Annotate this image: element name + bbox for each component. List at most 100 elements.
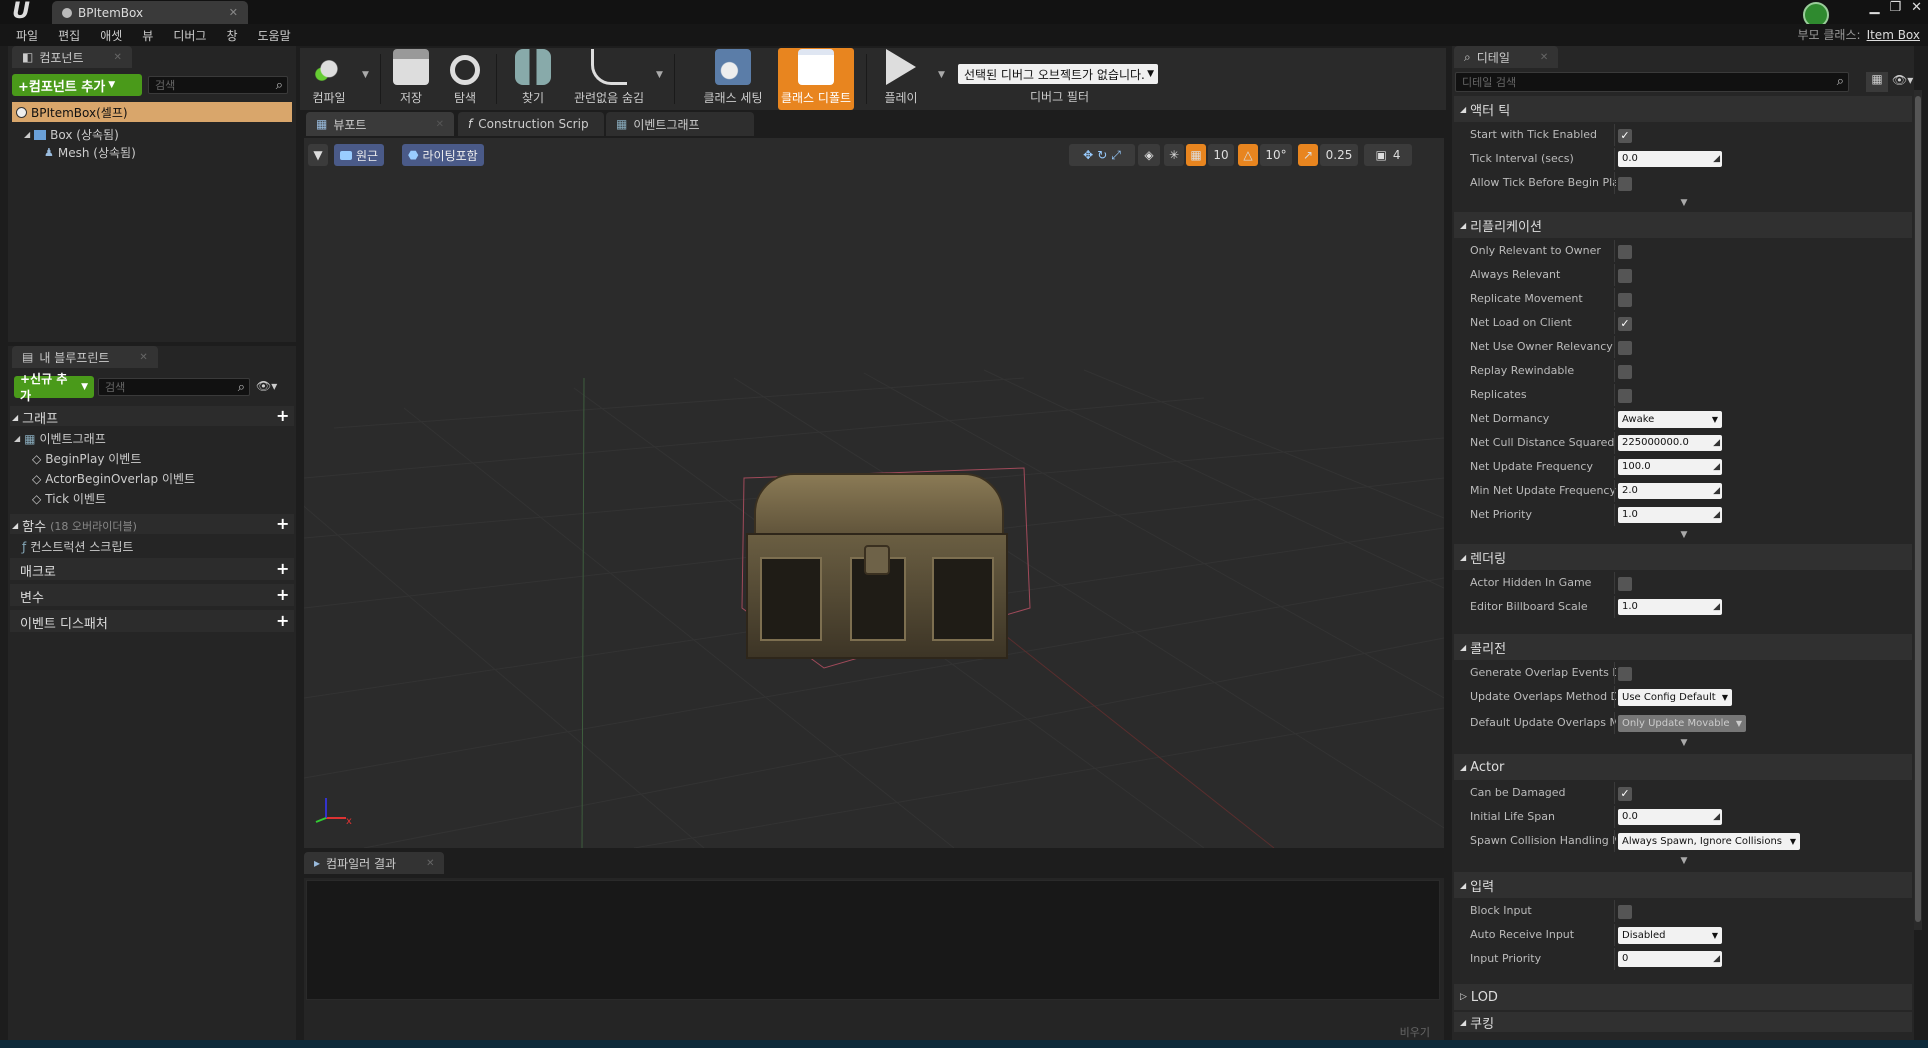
spin-icon[interactable]: ◢ bbox=[1713, 951, 1720, 967]
hide-unrelated-options-icon[interactable]: ▼ bbox=[656, 70, 663, 80]
always-relevant-checkbox[interactable] bbox=[1618, 269, 1632, 283]
component-item[interactable]: ♟ Mesh (상속됨) bbox=[44, 144, 136, 161]
scale-snap-value[interactable]: 0.25 bbox=[1320, 144, 1358, 166]
document-tab[interactable]: BPItemBox ✕ bbox=[52, 1, 248, 24]
play-button[interactable]: 플레이 bbox=[876, 48, 926, 110]
my-blueprint-search-input[interactable]: 검색 ⌕ bbox=[98, 378, 250, 396]
advanced-expand-icon[interactable]: ▼ bbox=[1674, 738, 1694, 748]
view-options-icon[interactable]: 👁▾ bbox=[256, 379, 277, 393]
spin-icon[interactable]: ◢ bbox=[1713, 507, 1720, 523]
spin-icon[interactable]: ◢ bbox=[1713, 809, 1720, 825]
event-graph-item[interactable]: ◢ ▦ 이벤트그래프 bbox=[14, 430, 106, 447]
component-item[interactable]: ◢ Box (상속됨) bbox=[24, 126, 119, 143]
spawn-collision-dropdown[interactable]: Always Spawn, Ignore Collisions ▼ bbox=[1618, 833, 1800, 850]
rotation-snap-value[interactable]: 10° bbox=[1260, 144, 1292, 166]
spin-icon[interactable]: ◢ bbox=[1713, 459, 1720, 475]
close-tab-icon[interactable]: ✕ bbox=[114, 52, 122, 63]
maximize-icon[interactable]: ❐ bbox=[1889, 0, 1901, 15]
compile-options-icon[interactable]: ▼ bbox=[362, 70, 369, 80]
rotation-snap-icon[interactable]: △ bbox=[1238, 144, 1258, 166]
advanced-expand-icon[interactable]: ▼ bbox=[1674, 856, 1694, 866]
only-relevant-owner-checkbox[interactable] bbox=[1618, 245, 1632, 259]
category-rendering[interactable]: ◢ 렌더링 bbox=[1454, 544, 1912, 570]
property-matrix-icon[interactable]: ▦ bbox=[1866, 72, 1888, 92]
variables-section[interactable] bbox=[10, 584, 294, 606]
spin-icon[interactable]: ◢ bbox=[1713, 435, 1720, 451]
event-item[interactable]: ◇ BeginPlay 이벤트 bbox=[32, 450, 141, 467]
close-tab-icon[interactable]: ✕ bbox=[229, 6, 238, 19]
compiler-results-tab[interactable]: ▸ 컴파일러 결과 ✕ bbox=[304, 852, 445, 874]
menu-window[interactable]: 창 bbox=[226, 27, 237, 44]
treasure-chest-mesh[interactable] bbox=[746, 473, 1008, 663]
can-be-damaged-checkbox[interactable]: ✓ bbox=[1618, 787, 1632, 801]
event-item[interactable]: ◇ Tick 이벤트 bbox=[32, 490, 106, 507]
details-tab[interactable]: ⌕ 디테일 ✕ bbox=[1454, 46, 1559, 68]
add-macro-icon[interactable]: + bbox=[276, 559, 289, 578]
lighting-mode-button[interactable]: ⬣ 라이팅포함 bbox=[402, 144, 484, 166]
net-cull-distance-input[interactable]: 225000000.0 ◢ bbox=[1618, 435, 1722, 451]
browse-button[interactable]: 탐색 bbox=[442, 48, 488, 110]
allow-tick-before-play-checkbox[interactable] bbox=[1618, 177, 1632, 191]
scale-icon[interactable]: ⤢ bbox=[1111, 148, 1121, 163]
tab-viewport[interactable]: ▦ 뷰포트 ✕ bbox=[306, 112, 454, 136]
category-actor-tick[interactable]: ◢ 액터 틱 bbox=[1454, 96, 1912, 122]
category-actor[interactable]: ◢ Actor bbox=[1454, 754, 1912, 780]
move-icon[interactable]: ✥ bbox=[1083, 148, 1093, 162]
spin-icon[interactable]: ◢ bbox=[1713, 483, 1720, 499]
debug-object-dropdown[interactable]: 선택된 디버그 오브젝트가 없습니다. ▼ bbox=[958, 64, 1158, 84]
camera-speed-button[interactable]: ▣ 4 bbox=[1364, 144, 1412, 166]
close-tab-icon[interactable]: ✕ bbox=[436, 119, 444, 130]
advanced-expand-icon[interactable]: ▼ bbox=[1674, 530, 1694, 540]
net-priority-input[interactable]: 1.0 ◢ bbox=[1618, 507, 1722, 523]
close-tab-icon[interactable]: ✕ bbox=[1540, 52, 1548, 63]
details-scrollbar[interactable] bbox=[1914, 90, 1922, 930]
view-options-icon[interactable]: 👁▾ bbox=[1892, 73, 1913, 87]
category-collision[interactable]: ◢ 콜리전 bbox=[1454, 634, 1912, 660]
tab-event-graph[interactable]: ▦ 이벤트그래프 bbox=[606, 112, 754, 136]
category-input[interactable]: ◢ 입력 bbox=[1454, 872, 1912, 898]
auto-receive-input-dropdown[interactable]: Disabled ▼ bbox=[1618, 927, 1722, 944]
input-priority-input[interactable]: 0 ◢ bbox=[1618, 951, 1722, 967]
viewport[interactable]: ▼ 원근 ⬣ 라이팅포함 ✥ ↻ ⤢ ◈ ✳ ▦ 10 △ 10° ↗ 0.25 ▣… bbox=[304, 138, 1444, 848]
scale-snap-icon[interactable]: ↗ bbox=[1298, 144, 1318, 166]
find-button[interactable]: 찾기 bbox=[510, 48, 556, 110]
menu-view[interactable]: 뷰 bbox=[142, 27, 153, 44]
category-cooking[interactable]: ◢ 쿠킹 bbox=[1454, 1012, 1912, 1032]
construction-script-item[interactable]: ƒ 컨스트럭션 스크립트 bbox=[22, 538, 133, 555]
add-new-button[interactable]: +신규 추가 ▼ bbox=[14, 372, 94, 403]
coordinate-system-icon[interactable]: ◈ bbox=[1138, 144, 1160, 166]
menu-debug[interactable]: 디버그 bbox=[173, 27, 206, 44]
add-component-button[interactable]: +컴포넌트 추가 ▼ bbox=[12, 74, 142, 96]
menu-help[interactable]: 도움말 bbox=[258, 27, 291, 44]
compile-button[interactable]: 컴파일 bbox=[304, 48, 354, 110]
play-options-icon[interactable]: ▼ bbox=[938, 70, 945, 80]
functions-section-header[interactable]: ◢ 함수 (18 오버라이더블) bbox=[12, 516, 137, 536]
category-replication[interactable]: ◢ 리플리케이션 bbox=[1454, 212, 1912, 238]
net-dormancy-dropdown[interactable]: Awake ▼ bbox=[1618, 411, 1722, 428]
minimize-icon[interactable]: ▁ bbox=[1869, 0, 1879, 15]
my-blueprint-tab[interactable]: ▤ 내 블루프린트 ✕ bbox=[12, 346, 158, 368]
spin-icon[interactable]: ◢ bbox=[1713, 599, 1720, 615]
tab-construction-script[interactable]: f Construction Scrip bbox=[458, 112, 604, 136]
viewport-options-icon[interactable]: ▼ bbox=[308, 144, 328, 166]
class-settings-button[interactable]: 클래스 세팅 bbox=[696, 48, 770, 110]
billboard-scale-input[interactable]: 1.0 ◢ bbox=[1618, 599, 1722, 615]
menu-edit[interactable]: 편집 bbox=[58, 27, 80, 44]
start-with-tick-checkbox[interactable]: ✓ bbox=[1618, 129, 1632, 143]
net-use-owner-relevancy-checkbox[interactable] bbox=[1618, 341, 1632, 355]
perspective-button[interactable]: 원근 bbox=[334, 144, 385, 166]
replicate-movement-checkbox[interactable] bbox=[1618, 293, 1632, 307]
close-window-icon[interactable]: ✕ bbox=[1911, 0, 1922, 15]
add-dispatcher-icon[interactable]: + bbox=[276, 611, 289, 630]
replay-rewindable-checkbox[interactable] bbox=[1618, 365, 1632, 379]
components-tab[interactable]: ◧ 컴포넌트 ✕ bbox=[12, 46, 132, 68]
tick-interval-input[interactable]: 0.0 ◢ bbox=[1618, 151, 1722, 167]
actor-hidden-checkbox[interactable] bbox=[1618, 577, 1632, 591]
scrollbar-thumb[interactable] bbox=[1915, 96, 1921, 922]
save-button[interactable]: 저장 bbox=[388, 48, 434, 110]
replicates-checkbox[interactable] bbox=[1618, 389, 1632, 403]
grid-snap-value[interactable]: 10 bbox=[1208, 144, 1234, 166]
menu-file[interactable]: 파일 bbox=[16, 27, 38, 44]
event-item[interactable]: ◇ ActorBeginOverlap 이벤트 bbox=[32, 470, 195, 487]
rotate-icon[interactable]: ↻ bbox=[1097, 148, 1107, 162]
